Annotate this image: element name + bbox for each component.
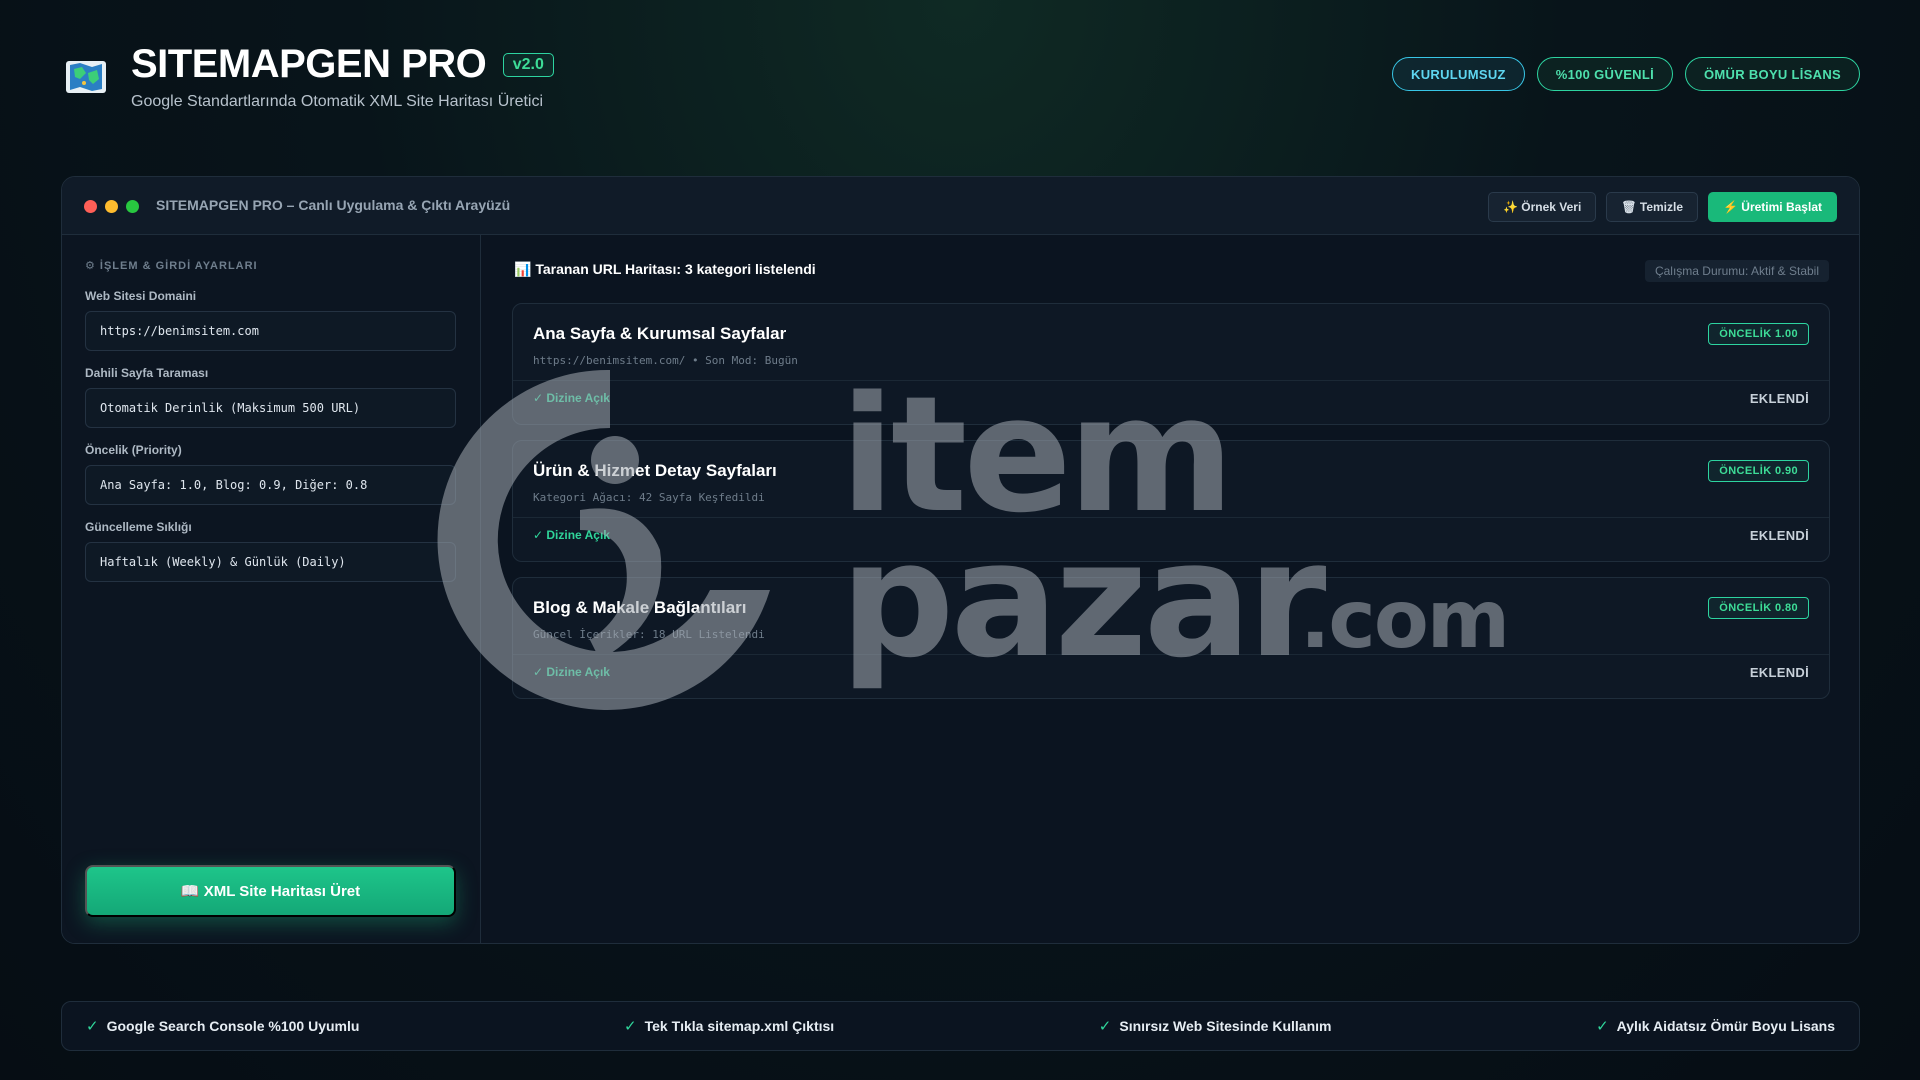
added-label: EKLENDİ <box>1749 528 1809 543</box>
status-chip: Çalışma Durumu: Aktif & Stabil <box>1644 260 1829 282</box>
index-status: ✓ Dizine Açık <box>533 665 610 679</box>
close-dot[interactable] <box>84 200 97 213</box>
app-title: SITEMAPGEN PRO <box>131 42 487 86</box>
priority-badge: ÖNCELİK 0.90 <box>1708 460 1809 482</box>
pill-lisans: ÖMÜR BOYU LİSANS <box>1685 57 1860 91</box>
start-generation-button[interactable]: ⚡ Üretimi Başlat <box>1708 192 1837 222</box>
check-icon: ✓ <box>624 1018 637 1035</box>
window-titlebar: SITEMAPGEN PRO – Canlı Uygulama & Çıktı … <box>62 177 1859 235</box>
generate-sitemap-button[interactable]: 📖 XML Site Haritası Üret <box>85 865 456 917</box>
pill-kurulumsuz: KURULUMSUZ <box>1392 57 1525 91</box>
added-label: EKLENDİ <box>1749 391 1809 406</box>
index-status: ✓ Dizine Açık <box>533 528 610 542</box>
results-panel: 📊 Taranan URL Haritası: 3 kategori liste… <box>482 235 1859 943</box>
version-badge: v2.0 <box>502 52 554 77</box>
feature-item: ✓ Sınırsız Web Sitesinde Kullanım <box>1099 1017 1332 1035</box>
titlebar-actions: ✨ Örnek Veri 🗑 Temizle ⚡ Üretimi Başlat <box>1488 192 1837 222</box>
priority-label: Öncelik (Priority) <box>85 443 182 457</box>
crawl-label: Dahili Sayfa Taraması <box>85 366 209 380</box>
app-subtitle: Google Standartlarında Otomatik XML Site… <box>131 93 544 110</box>
settings-sidebar: ⚙ İŞLEM & GİRDİ AYARLARI Web Sitesi Doma… <box>62 235 481 943</box>
frequency-input[interactable]: Haftalık (Weekly) & Günlük (Daily) <box>85 542 456 582</box>
feature-item: ✓ Google Search Console %100 Uyumlu <box>86 1017 359 1035</box>
url-card[interactable]: Ana Sayfa & Kurumsal Sayfalar https://be… <box>512 303 1830 425</box>
check-icon: ✓ <box>1098 1018 1112 1035</box>
priority-input[interactable]: Ana Sayfa: 1.0, Blog: 0.9, Diğer: 0.8 <box>85 465 456 505</box>
frequency-label: Güncelleme Sıklığı <box>85 520 192 534</box>
check-icon: ✓ <box>86 1018 99 1035</box>
sample-data-button[interactable]: ✨ Örnek Veri <box>1488 192 1597 222</box>
card-title: Ürün & Hizmet Detay Sayfaları <box>533 461 777 480</box>
window-body: ⚙ İŞLEM & GİRDİ AYARLARI Web Sitesi Doma… <box>62 235 1859 943</box>
check-icon: ✓ <box>1596 1018 1609 1035</box>
feature-text: Sınırsız Web Sitesinde Kullanım <box>1119 1018 1332 1034</box>
feature-item: ✓ Aylık Aidatsız Ömür Boyu Lisans <box>1596 1017 1835 1035</box>
card-meta: Güncel İçerikler: 18 URL Listelendi <box>533 628 765 641</box>
minimize-dot[interactable] <box>105 200 118 213</box>
feature-text: Aylık Aidatsız Ömür Boyu Lisans <box>1616 1018 1835 1034</box>
pill-guvenli: %100 GÜVENLİ <box>1536 57 1674 91</box>
added-label: EKLENDİ <box>1749 665 1809 680</box>
app-header: SITEMAPGEN PRO v2.0 Google Standartların… <box>64 40 1860 150</box>
priority-badge: ÖNCELİK 1.00 <box>1708 323 1809 345</box>
index-status: ✓ Dizine Açık <box>533 391 610 405</box>
app-window: SITEMAPGEN PRO – Canlı Uygulama & Çıktı … <box>61 176 1860 944</box>
clear-button[interactable]: 🗑 Temizle <box>1606 192 1699 222</box>
card-divider <box>513 654 1829 655</box>
card-title: Ana Sayfa & Kurumsal Sayfalar <box>533 324 787 343</box>
window-title: SITEMAPGEN PRO – Canlı Uygulama & Çıktı … <box>156 197 511 213</box>
url-card[interactable]: Ürün & Hizmet Detay Sayfaları Kategori A… <box>512 440 1830 562</box>
card-meta: Kategori Ağacı: 42 Sayfa Keşfedildi <box>533 491 765 504</box>
url-card[interactable]: Blog & Makale Bağlantıları Güncel İçerik… <box>512 577 1830 699</box>
domain-input[interactable]: https://benimsitem.com <box>85 311 456 351</box>
feature-text: Google Search Console %100 Uyumlu <box>106 1018 360 1034</box>
priority-badge: ÖNCELİK 0.80 <box>1708 597 1809 619</box>
maximize-dot[interactable] <box>126 200 139 213</box>
card-title: Blog & Makale Bağlantıları <box>533 598 747 617</box>
crawl-input[interactable]: Otomatik Derinlik (Maksimum 500 URL) <box>85 388 456 428</box>
feature-strip: ✓ Google Search Console %100 Uyumlu ✓ Te… <box>61 1001 1860 1051</box>
feature-item: ✓ Tek Tıkla sitemap.xml Çıktısı <box>624 1017 834 1035</box>
card-meta: https://benimsitem.com/ • Son Mod: Bugün <box>533 354 798 367</box>
settings-section-title: ⚙ İŞLEM & GİRDİ AYARLARI <box>85 260 258 272</box>
feature-pills: KURULUMSUZ %100 GÜVENLİ ÖMÜR BOYU LİSANS <box>1392 57 1860 91</box>
domain-label: Web Sitesi Domaini <box>85 289 197 303</box>
window-controls <box>84 200 139 213</box>
card-divider <box>513 380 1829 381</box>
card-divider <box>513 517 1829 518</box>
feature-text: Tek Tıkla sitemap.xml Çıktısı <box>644 1018 835 1034</box>
map-icon <box>64 55 108 99</box>
results-heading: 📊 Taranan URL Haritası: 3 kategori liste… <box>514 261 816 277</box>
brand-block: SITEMAPGEN PRO v2.0 Google Standartların… <box>131 42 554 111</box>
